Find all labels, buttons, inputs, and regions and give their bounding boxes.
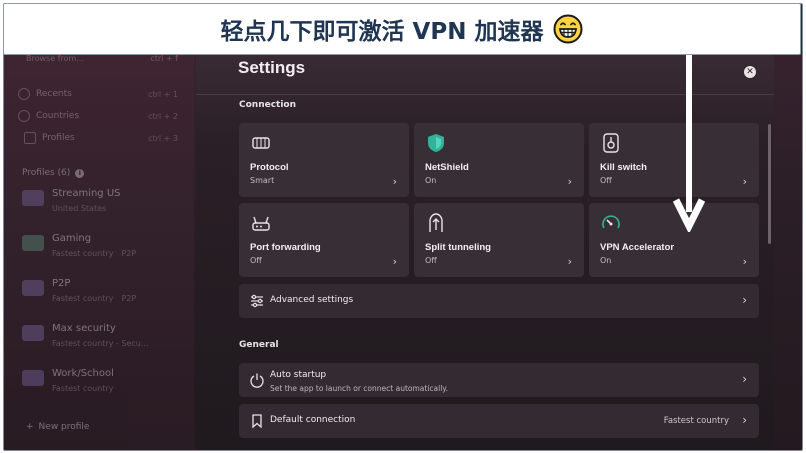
shield-icon xyxy=(428,134,444,152)
profile-name: Gaming xyxy=(52,233,92,244)
banner-text: 轻点几下即可激活 VPN 加速器 xyxy=(220,19,544,45)
tile-name: Split tunneling xyxy=(425,242,491,253)
power-icon xyxy=(250,373,264,388)
search-placeholder: Browse from... xyxy=(26,54,84,63)
sidebar-item-label: Countries xyxy=(36,111,80,121)
profile-flag-icon xyxy=(22,190,44,206)
tile-name: Protocol xyxy=(250,162,289,173)
p2p-badge: P2P xyxy=(121,249,137,258)
row-title: Default connection xyxy=(270,415,356,425)
chevron-right-icon: › xyxy=(742,372,747,386)
caption-banner: 轻点几下即可激活 VPN 加速器 xyxy=(3,3,801,55)
page-title: Settings xyxy=(238,58,306,77)
tile-split-tunneling[interactable]: Split tunneling Off › xyxy=(414,203,584,277)
chevron-right-icon: › xyxy=(567,175,572,188)
profile-name: Work/School xyxy=(52,368,114,379)
sidebar-search[interactable]: Browse from... ctrl + f xyxy=(26,54,186,63)
speedometer-icon xyxy=(602,215,620,229)
chevron-right-icon: › xyxy=(742,293,747,307)
profiles-icon xyxy=(24,132,36,144)
split-tunnel-icon xyxy=(429,213,443,232)
tile-value: On xyxy=(600,256,612,265)
new-profile-button[interactable]: + New profile xyxy=(26,422,89,432)
close-icon[interactable]: ✕ xyxy=(744,66,756,78)
row-title: Auto startup xyxy=(270,370,327,380)
tile-netshield[interactable]: NetShield On › xyxy=(414,123,584,197)
chevron-right-icon: › xyxy=(392,175,397,188)
profile-flag-icon xyxy=(22,325,44,341)
globe-icon xyxy=(18,110,30,122)
profile-sub: Fastest country P2P xyxy=(52,249,137,258)
tile-port-forwarding[interactable]: Port forwarding Off › xyxy=(239,203,409,277)
default-connection-row[interactable]: Default connection Fastest country › xyxy=(239,404,759,438)
shortcut-label: ctrl + 1 xyxy=(148,89,178,99)
advanced-settings-row[interactable]: Advanced settings › xyxy=(239,284,759,318)
profile-sub: Fastest country xyxy=(52,384,114,393)
chevron-right-icon: › xyxy=(742,413,747,427)
profile-sub: United States xyxy=(52,204,107,213)
sidebar-item-label: Profiles xyxy=(42,133,75,143)
profile-flag-icon xyxy=(22,235,44,251)
kill-switch-icon xyxy=(603,133,619,153)
profile-name: Max security xyxy=(52,323,116,334)
new-profile-label: New profile xyxy=(38,422,90,432)
profile-flag-icon xyxy=(22,370,44,386)
chevron-right-icon: › xyxy=(742,255,747,268)
sidebar-item-recents[interactable]: Recents ctrl + 1 xyxy=(18,88,178,100)
shortcut-label: ctrl + 3 xyxy=(148,133,178,143)
section-general-label: General xyxy=(239,340,279,350)
chevron-right-icon: › xyxy=(567,255,572,268)
tile-name: NetShield xyxy=(425,162,469,173)
sidebar-item-profiles[interactable]: Profiles ctrl + 3 xyxy=(18,132,178,144)
sidebar-item-label: Recents xyxy=(36,89,72,99)
scrollbar[interactable] xyxy=(768,124,771,244)
sidebar-item-countries[interactable]: Countries ctrl + 2 xyxy=(18,110,178,122)
row-value: Fastest country xyxy=(663,416,729,426)
chevron-right-icon: › xyxy=(392,255,397,268)
plus-icon: + xyxy=(26,422,34,432)
tile-value: Off xyxy=(250,256,262,265)
tile-name: VPN Accelerator xyxy=(600,242,675,253)
tile-value: On xyxy=(425,176,437,185)
shortcut-label: ctrl + 2 xyxy=(148,111,178,121)
tile-value: Off xyxy=(600,176,612,185)
profile-flag-icon xyxy=(22,280,44,296)
profile-name: P2P xyxy=(52,278,71,289)
tile-name: Port forwarding xyxy=(250,242,321,253)
bookmark-icon xyxy=(252,414,262,429)
sidebar: Browse from... ctrl + f Recents ctrl + 1… xyxy=(4,4,194,450)
sliders-icon xyxy=(251,294,263,308)
profile-sub: Fastest country P2P xyxy=(52,294,137,303)
row-title: Advanced settings xyxy=(270,295,354,305)
protocol-icon xyxy=(252,137,270,149)
grinning-face-icon xyxy=(553,14,583,44)
row-subtitle: Set the app to launch or connect automat… xyxy=(270,384,449,393)
clock-icon xyxy=(18,88,30,100)
tile-name: Kill switch xyxy=(600,162,647,173)
info-icon[interactable]: i xyxy=(75,168,85,178)
profiles-header-label: Profiles (6) xyxy=(22,168,71,178)
p2p-badge: P2P xyxy=(121,294,137,303)
profile-sub: Fastest country - Secu... xyxy=(52,339,149,348)
annotation-arrow-icon xyxy=(672,54,706,232)
tile-value: Smart xyxy=(250,176,275,185)
section-connection-label: Connection xyxy=(239,100,297,110)
profiles-header: Profiles (6) i xyxy=(22,168,85,178)
chevron-right-icon: › xyxy=(742,175,747,188)
search-shortcut: ctrl + f xyxy=(150,54,178,63)
profile-name: Streaming US xyxy=(52,188,121,199)
tile-value: Off xyxy=(425,256,437,265)
auto-startup-row[interactable]: Auto startup Set the app to launch or co… xyxy=(239,363,759,397)
router-icon xyxy=(252,216,270,231)
tile-protocol[interactable]: Protocol Smart › xyxy=(239,123,409,197)
